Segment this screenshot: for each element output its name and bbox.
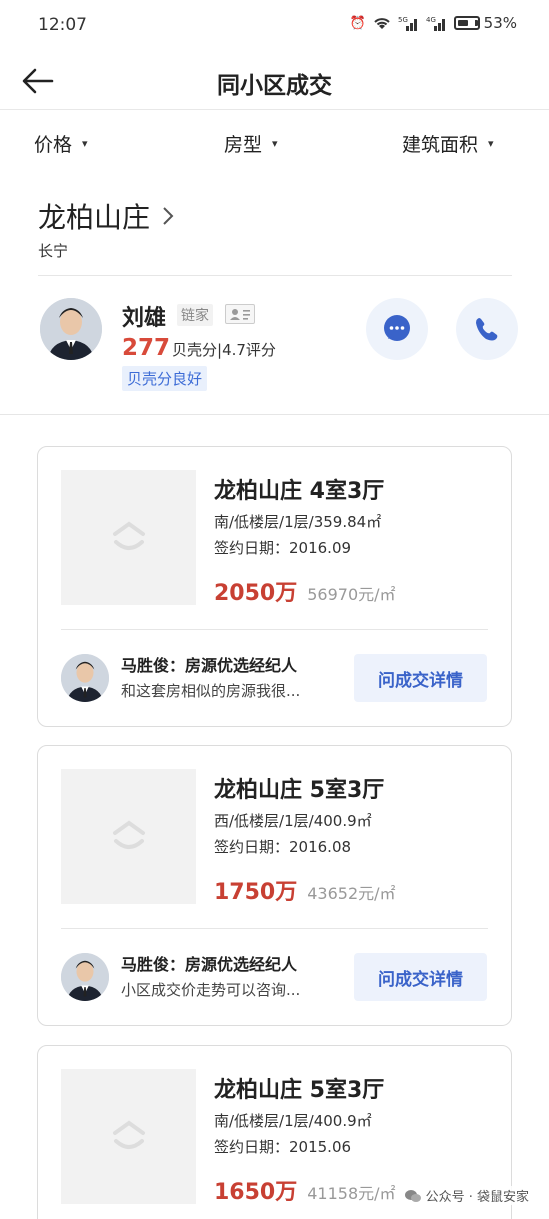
filter-price[interactable]: 价格 ▾ [34,130,88,157]
business-card-icon[interactable] [225,304,255,324]
chat-button[interactable] [366,298,428,360]
deal-total-price: 1750万 [214,880,298,905]
filter-area[interactable]: 建筑面积 ▾ [402,130,494,157]
deal-card[interactable]: 龙柏山庄 5室3厅 西/低楼层/1层/400.9㎡ 签约日期：2016.08 1… [37,745,512,1026]
divider [61,629,488,630]
deal-agent-message: 小区成交价走势可以咨询... [121,981,301,999]
filter-area-label: 建筑面积 [402,134,479,156]
ask-deal-details-button[interactable]: 问成交详情 [354,654,487,702]
deal-unit-price: 43652元/㎡ [307,884,396,903]
deal-agent-message: 和这套房相似的房源我很... [121,682,301,700]
listing-image-placeholder [61,1069,196,1204]
community-district: 长宁 [38,242,69,260]
house-placeholder-icon [112,820,145,849]
listing-image-placeholder [61,769,196,904]
phone-icon [476,318,498,341]
agent-company-tag: 链家 [177,304,213,326]
agent-score: 277 贝壳分|4.7评分 [122,335,276,361]
wechat-icon [404,1189,421,1202]
chevron-right-icon [163,207,174,225]
deal-unit-price: 56970元/㎡ [307,585,396,604]
watermark: 公众号 · 袋鼠安家 [402,1186,531,1205]
watermark-text: 公众号 · 袋鼠安家 [425,1190,529,1205]
agent-avatar[interactable] [61,953,109,1001]
deal-agent-name: 马胜俊：房源优选经纪人 [121,656,298,675]
chevron-down-icon: ▾ [272,137,278,150]
wifi-icon [373,18,390,29]
chevron-down-icon: ▾ [488,137,494,150]
battery-level: 53% [483,14,517,32]
house-placeholder-icon [112,521,145,550]
deal-spec: 西/低楼层/1层/400.9㎡ [214,812,372,830]
filter-bar: 价格 ▾ 房型 ▾ 建筑面积 ▾ [0,118,549,168]
deal-total-price: 1650万 [214,1180,298,1205]
status-icons: ⏰ 5G 4G 53% [349,14,517,32]
agent-score-text: 贝壳分|4.7评分 [172,341,276,359]
agent-score-value: 277 [122,335,171,361]
signal-5g-icon: 5G [398,16,417,31]
deal-price: 1750万 43652元/㎡ [214,874,396,906]
deal-price: 2050万 56970元/㎡ [214,575,396,607]
deal-title: 龙柏山庄 5室3厅 [214,1078,385,1103]
ask-deal-details-button[interactable]: 问成交详情 [354,953,487,1001]
agent-card: 刘雄 链家 277 贝壳分|4.7评分 贝壳分良好 [40,298,520,398]
deal-price: 1650万 41158元/㎡ [214,1174,396,1206]
status-time: 12:07 [38,15,87,35]
community-name-row[interactable]: 龙柏山庄 [38,196,174,236]
deal-spec: 南/低楼层/1层/400.9㎡ [214,1112,372,1130]
deal-date: 签约日期：2015.06 [214,1138,352,1156]
battery-icon [453,16,480,30]
agent-name: 刘雄 [122,306,167,331]
agent-avatar[interactable] [61,654,109,702]
deal-card[interactable]: 龙柏山庄 4室3厅 南/低楼层/1层/359.84㎡ 签约日期：2016.09 … [37,446,512,727]
filter-layout[interactable]: 房型 ▾ [224,130,278,157]
deal-date: 签约日期：2016.09 [214,539,352,557]
chat-icon [384,315,410,341]
signal-4g-icon: 4G [426,16,445,31]
community-name: 龙柏山庄 [38,201,151,234]
deal-unit-price: 41158元/㎡ [307,1184,396,1203]
alarm-icon: ⏰ [349,15,366,31]
community-header[interactable]: 龙柏山庄 长宁 [38,196,174,260]
svg-text:4G: 4G [426,16,436,24]
status-bar: 12:07 ⏰ 5G 4G 53% [0,0,549,52]
agent-badge: 贝壳分良好 [122,366,208,391]
svg-text:5G: 5G [398,16,408,24]
house-placeholder-icon [112,1120,145,1149]
listing-image-placeholder [61,470,196,605]
deal-total-price: 2050万 [214,581,298,606]
divider [38,275,512,276]
deal-title: 龙柏山庄 4室3厅 [214,479,385,504]
deal-date: 签约日期：2016.08 [214,838,352,856]
chevron-down-icon: ▾ [82,137,88,150]
page-title: 同小区成交 [217,73,332,99]
section-divider [0,414,549,415]
agent-avatar[interactable] [40,298,102,360]
call-button[interactable] [456,298,518,360]
filter-price-label: 价格 [34,134,73,156]
deal-agent-name: 马胜俊：房源优选经纪人 [121,955,298,974]
deal-spec: 南/低楼层/1层/359.84㎡ [214,513,382,531]
deal-title: 龙柏山庄 5室3厅 [214,778,385,803]
filter-layout-label: 房型 [224,134,263,156]
divider [61,928,488,929]
nav-bar: 同小区成交 [0,52,549,110]
